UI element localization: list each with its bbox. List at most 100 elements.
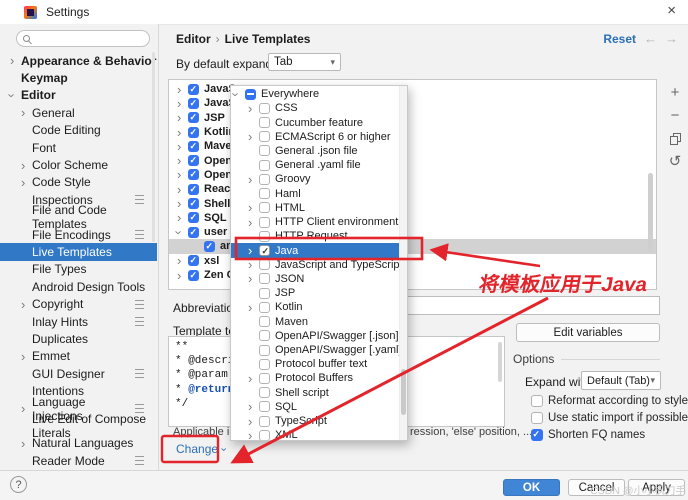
checkbox[interactable] — [188, 227, 199, 238]
chevron-icon[interactable] — [21, 263, 32, 276]
sidebar-item[interactable]: Editor — [0, 87, 157, 104]
checkbox[interactable] — [259, 103, 270, 114]
add-icon[interactable]: + — [671, 84, 680, 100]
checkbox[interactable] — [259, 373, 270, 384]
search-input[interactable] — [33, 32, 143, 46]
chevron-icon[interactable] — [248, 230, 259, 243]
checkbox[interactable] — [259, 401, 270, 412]
checkbox[interactable] — [188, 141, 199, 152]
chevron-icon[interactable] — [21, 106, 32, 119]
expand-with-dropdown[interactable]: Default (Tab) ▾ — [581, 371, 661, 390]
sidebar-item[interactable]: Color Scheme — [0, 156, 157, 173]
popup-context-row[interactable]: HTTP Request — [231, 229, 407, 243]
chevron-icon[interactable] — [248, 144, 259, 157]
edit-variables-button[interactable]: Edit variables — [516, 323, 660, 342]
chevron-icon[interactable] — [21, 211, 32, 224]
popup-context-row[interactable]: OpenAPI/Swagger [.yaml] — [231, 343, 407, 357]
popup-context-row[interactable]: Cucumber feature — [231, 115, 407, 129]
sidebar-scrollbar[interactable] — [152, 52, 155, 242]
help-button[interactable]: ? — [10, 476, 27, 493]
chevron-icon[interactable] — [10, 54, 21, 67]
sidebar-item[interactable]: Copyright — [0, 295, 157, 312]
forward-arrow-icon[interactable]: → — [665, 31, 678, 46]
chevron-icon[interactable] — [177, 269, 188, 282]
popup-context-row[interactable]: CSS — [231, 101, 407, 115]
popup-context-row[interactable]: SQL — [231, 400, 407, 414]
restore-icon[interactable]: ↺ — [669, 153, 682, 169]
tree-scrollbar[interactable] — [648, 173, 653, 253]
chevron-icon[interactable] — [21, 332, 32, 345]
sidebar-item[interactable]: Emmet — [0, 348, 157, 365]
chevron-icon[interactable] — [10, 89, 21, 102]
checkbox[interactable] — [259, 259, 270, 270]
popup-context-row[interactable]: Groovy — [231, 172, 407, 186]
chevron-icon[interactable] — [21, 385, 32, 398]
chevron-icon[interactable] — [177, 168, 188, 181]
checkbox[interactable] — [259, 202, 270, 213]
popup-context-row[interactable]: OpenAPI/Swagger [.json] — [231, 329, 407, 343]
checkbox[interactable] — [531, 412, 543, 424]
checkbox[interactable] — [259, 117, 270, 128]
popup-context-row[interactable]: General .json file — [231, 144, 407, 158]
sidebar-item[interactable]: Code Style — [0, 174, 157, 191]
checkbox[interactable] — [259, 160, 270, 171]
chevron-icon[interactable] — [177, 183, 188, 196]
option-checkbox-row[interactable]: Shorten FQ names — [531, 426, 688, 443]
checkbox[interactable] — [188, 84, 199, 95]
chevron-icon[interactable] — [248, 329, 259, 342]
remove-icon[interactable]: − — [671, 107, 680, 123]
sidebar-item[interactable]: Keymap — [0, 69, 157, 86]
checkbox[interactable] — [259, 387, 270, 398]
popup-context-row[interactable]: JavaScript and TypeScript — [231, 258, 407, 272]
chevron-icon[interactable] — [248, 287, 259, 300]
chevron-icon[interactable] — [248, 258, 259, 271]
checkbox[interactable] — [188, 155, 199, 166]
checkbox[interactable] — [188, 127, 199, 138]
chevron-icon[interactable] — [21, 298, 32, 311]
chevron-icon[interactable] — [248, 386, 259, 399]
settings-search-box[interactable] — [16, 30, 150, 47]
chevron-icon[interactable] — [248, 358, 259, 371]
reset-link[interactable]: Reset — [603, 32, 636, 46]
chevron-icon[interactable] — [248, 415, 259, 428]
chevron-icon[interactable] — [21, 437, 32, 450]
sidebar-item[interactable]: File and Code Templates — [0, 209, 157, 226]
popup-context-row[interactable]: HTTP Client environment file — [231, 215, 407, 229]
popup-context-row[interactable]: Protocol Buffers — [231, 371, 407, 385]
checkbox[interactable] — [188, 198, 199, 209]
checkbox[interactable] — [259, 188, 270, 199]
default-expand-dropdown[interactable]: Tab ▾ — [268, 53, 341, 71]
sidebar-item[interactable]: Live Edit of Compose Literals — [0, 417, 157, 434]
checkbox[interactable] — [188, 212, 199, 223]
popup-context-row[interactable]: JSP — [231, 286, 407, 300]
chevron-icon[interactable] — [177, 226, 188, 239]
sidebar-item[interactable]: Live Templates — [0, 243, 157, 260]
popup-context-row[interactable]: JSON — [231, 272, 407, 286]
checkbox[interactable] — [259, 345, 270, 356]
option-checkbox-row[interactable]: Reformat according to style — [531, 392, 688, 409]
chevron-icon[interactable] — [21, 315, 32, 328]
popup-context-row[interactable]: Maven — [231, 315, 407, 329]
close-icon[interactable]: × — [667, 2, 676, 19]
checkbox[interactable] — [259, 131, 270, 142]
change-link[interactable]: Change — [176, 442, 232, 456]
sidebar-item[interactable]: Code Editing — [0, 122, 157, 139]
chevron-icon[interactable] — [248, 244, 259, 257]
chevron-icon[interactable] — [21, 176, 32, 189]
chevron-icon[interactable] — [248, 159, 259, 172]
checkbox[interactable] — [204, 241, 215, 252]
popup-context-row[interactable]: Java — [231, 243, 407, 257]
sidebar-item[interactable]: General — [0, 104, 157, 121]
sidebar-item[interactable]: Reader Mode — [0, 452, 157, 469]
sidebar-item[interactable]: GUI Designer — [0, 365, 157, 382]
checkbox[interactable] — [259, 288, 270, 299]
sidebar-item[interactable]: File Types — [0, 261, 157, 278]
editor-scrollbar[interactable] — [498, 342, 502, 382]
chevron-icon[interactable] — [21, 228, 32, 241]
chevron-icon[interactable] — [234, 88, 245, 101]
checkbox[interactable] — [245, 89, 256, 100]
chevron-icon[interactable] — [248, 102, 259, 115]
sidebar-item[interactable]: Inlay Hints — [0, 313, 157, 330]
checkbox[interactable] — [531, 395, 543, 407]
checkbox[interactable] — [259, 217, 270, 228]
